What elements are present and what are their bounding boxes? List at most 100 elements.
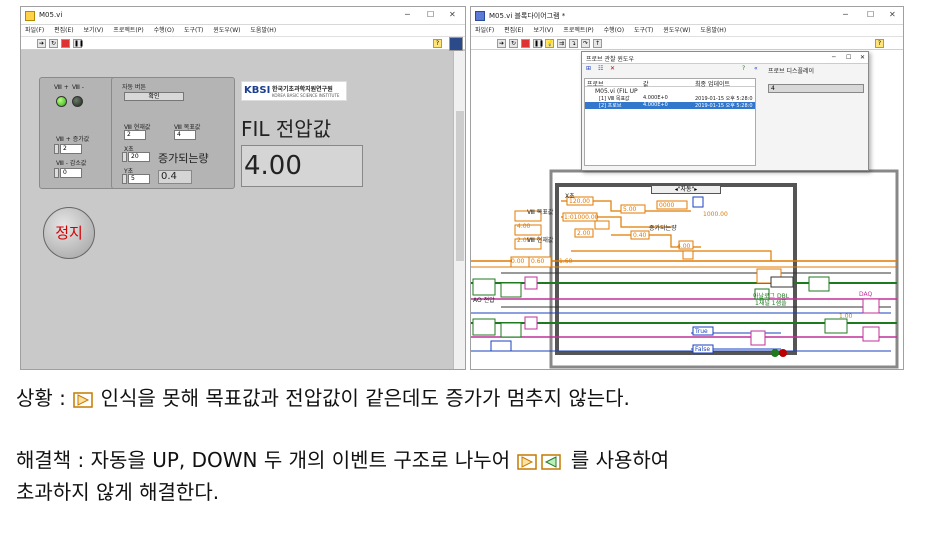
led-plus-label: Ⅷ + bbox=[54, 84, 69, 91]
probe-display-label: 프로브 디스플레이 bbox=[768, 68, 815, 75]
front-panel-area: Ⅷ + Ⅷ - Ⅷ + 증가값 2 Ⅷ - 감소값 0 자동 버튼 확인 Ⅷ 현… bbox=[21, 51, 451, 369]
menu-project[interactable]: 프로젝트(P) bbox=[113, 27, 143, 34]
close-icon[interactable]: ✕ bbox=[889, 10, 896, 19]
probe-row[interactable]: [1] Ⅷ 목표값 4.000E+0 2019-01-15 오후 5:28:0 bbox=[585, 95, 755, 102]
solution-text: 해결책 : 자동을 UP, DOWN 두 개의 이벤트 구조로 나누어 bbox=[16, 448, 511, 472]
run-continuous-icon[interactable]: ↻ bbox=[49, 39, 58, 48]
menu-help[interactable]: 도움말(H) bbox=[700, 27, 726, 34]
diagram-const-1000b: 1000.00 bbox=[703, 211, 728, 218]
probe-watch-window: 프로브 관찰 윈도우 ─ ☐ ✕ ⊞ ☷ ✕ ? « 프로브 값 최종 업데이트… bbox=[581, 51, 869, 171]
menu-edit[interactable]: 편집(E) bbox=[54, 27, 74, 34]
step-over-icon[interactable]: ↷ bbox=[581, 39, 590, 48]
minimize-icon[interactable]: ─ bbox=[843, 10, 848, 19]
menu-project[interactable]: 프로젝트(P) bbox=[563, 27, 593, 34]
help-icon[interactable]: ? bbox=[875, 39, 884, 48]
down-step-spinner[interactable] bbox=[54, 168, 59, 178]
menu-view[interactable]: 보기(V) bbox=[84, 27, 104, 34]
highlight-execution-icon[interactable]: 💡 bbox=[545, 39, 554, 48]
menu-tools[interactable]: 도구(T) bbox=[184, 27, 203, 34]
labview-vi-icon bbox=[25, 11, 35, 21]
help-icon[interactable]: ? bbox=[742, 65, 745, 72]
stop-button[interactable]: 정지 bbox=[43, 207, 95, 259]
x-seconds-spinner[interactable] bbox=[122, 152, 127, 162]
abort-icon[interactable] bbox=[521, 39, 530, 48]
diagram-const-4: 4.00 bbox=[677, 243, 691, 250]
block-title-bar[interactable]: M05.vi 블록다이어그램 * ─ ☐ ✕ bbox=[471, 7, 903, 25]
menu-operate[interactable]: 수행(O) bbox=[154, 27, 174, 34]
up-step-spinner[interactable] bbox=[54, 144, 59, 154]
block-diagram-window: M05.vi 블록다이어그램 * ─ ☐ ✕ 파일(F) 편집(E) 보기(V)… bbox=[470, 6, 904, 370]
probe-display-value: 4 bbox=[768, 84, 864, 93]
run-arrow-icon[interactable]: ➔ bbox=[497, 39, 506, 48]
menu-edit[interactable]: 편집(E) bbox=[504, 27, 524, 34]
step-out-icon[interactable]: ↑ bbox=[593, 39, 602, 48]
front-menu-bar: 파일(F) 편집(E) 보기(V) 프로젝트(P) 수행(O) 도구(T) 윈도… bbox=[21, 25, 465, 37]
probe-delete-icon[interactable]: ✕ bbox=[610, 65, 615, 72]
probe-row-selected[interactable]: [2] 프로브 4.000E+0 2019-01-15 오후 5:28:0 bbox=[585, 102, 755, 109]
up-step-label: Ⅷ + 증가값 bbox=[56, 136, 90, 143]
menu-help[interactable]: 도움말(H) bbox=[250, 27, 276, 34]
case-selector[interactable]: ◂"자동"▸ bbox=[651, 185, 721, 194]
up-step-input[interactable]: 2 bbox=[60, 144, 82, 154]
y-seconds-spinner[interactable] bbox=[122, 174, 127, 184]
step-into-icon[interactable]: ↴ bbox=[569, 39, 578, 48]
target-value-input[interactable]: 4 bbox=[174, 130, 196, 140]
block-diagram-canvas[interactable]: ◂"자동"▸ X초 120.00 1:01000.00 5.00 0000 10… bbox=[471, 51, 903, 369]
probe-row-name: [2] 프로브 bbox=[599, 103, 622, 109]
run-arrow-icon[interactable]: ➔ bbox=[37, 39, 46, 48]
current-value-input[interactable]: 2 bbox=[124, 130, 146, 140]
minimize-icon[interactable]: ─ bbox=[405, 10, 410, 19]
front-window-title: M05.vi bbox=[39, 11, 63, 19]
diagram-const-060: 0.60 bbox=[531, 258, 545, 265]
probe-col-name: 프로브 bbox=[587, 81, 604, 88]
maximize-icon[interactable]: ☐ bbox=[427, 10, 434, 19]
maximize-icon[interactable]: ☐ bbox=[867, 10, 874, 19]
led-plus-indicator bbox=[56, 96, 67, 107]
close-icon[interactable]: ✕ bbox=[449, 10, 456, 19]
probe-row-name: [1] Ⅷ 목표값 bbox=[599, 96, 630, 102]
x-seconds-input[interactable]: 20 bbox=[128, 152, 150, 162]
front-scroll-thumb[interactable] bbox=[456, 111, 464, 261]
situation-line: 상황 : 인식을 못해 목표값과 전압값이 같은데도 증가가 멈추지 않는다. bbox=[16, 382, 630, 411]
diagram-const-2: 2.00 bbox=[577, 230, 591, 237]
probe-select-icon[interactable]: ☷ bbox=[598, 65, 603, 72]
probe-add-icon[interactable]: ⊞ bbox=[586, 65, 591, 72]
help-icon[interactable]: ? bbox=[433, 39, 442, 48]
pause-icon[interactable]: ❚❚ bbox=[533, 39, 544, 48]
probe-col-value: 값 bbox=[643, 81, 649, 88]
menu-view[interactable]: 보기(V) bbox=[534, 27, 554, 34]
probe-group[interactable]: M05.vi (FIL UP bbox=[595, 88, 638, 95]
solution-line: 해결책 : 자동을 UP, DOWN 두 개의 이벤트 구조로 나누어 를 사용… bbox=[16, 444, 669, 473]
menu-window[interactable]: 윈도우(W) bbox=[663, 27, 690, 34]
close-icon[interactable]: ✕ bbox=[860, 54, 865, 61]
probe-row-time: 2019-01-15 오후 5:28:0 bbox=[695, 96, 753, 102]
down-step-input[interactable]: 0 bbox=[60, 168, 82, 178]
menu-file[interactable]: 파일(F) bbox=[475, 27, 494, 34]
vi-connector-icon bbox=[449, 37, 463, 51]
menu-tools[interactable]: 도구(T) bbox=[634, 27, 653, 34]
front-vertical-scrollbar[interactable] bbox=[453, 51, 465, 369]
maximize-icon[interactable]: ☐ bbox=[846, 54, 851, 61]
minimize-icon[interactable]: ─ bbox=[832, 54, 836, 61]
retain-wire-values-icon[interactable]: ⇉ bbox=[557, 39, 566, 48]
auto-confirm-button[interactable]: 확인 bbox=[124, 92, 184, 101]
diagram-bool-false: False bbox=[695, 346, 711, 353]
y-seconds-input[interactable]: 5 bbox=[128, 174, 150, 184]
diagram-label-increment: 증가되는량 bbox=[649, 225, 677, 232]
diagram-const-120: 120.00 bbox=[569, 198, 590, 205]
diagram-const-5: 5.00 bbox=[623, 206, 637, 213]
menu-window[interactable]: 윈도우(W) bbox=[213, 27, 240, 34]
kbsi-logo-mark: KBSI bbox=[244, 85, 271, 96]
front-panel-window: M05.vi ─ ☐ ✕ 파일(F) 편집(E) 보기(V) 프로젝트(P) 수… bbox=[20, 6, 466, 370]
event-structure-pair-icon bbox=[517, 453, 562, 470]
front-title-bar[interactable]: M05.vi ─ ☐ ✕ bbox=[21, 7, 465, 25]
abort-icon[interactable] bbox=[61, 39, 70, 48]
menu-operate[interactable]: 수행(O) bbox=[604, 27, 624, 34]
front-toolbar: ➔ ↻ ❚❚ ? bbox=[21, 37, 465, 51]
led-minus-indicator bbox=[72, 96, 83, 107]
run-continuous-icon[interactable]: ↻ bbox=[509, 39, 518, 48]
collapse-icon[interactable]: « bbox=[754, 65, 758, 72]
pause-icon[interactable]: ❚❚ bbox=[73, 39, 84, 48]
event-structure-icon bbox=[73, 391, 94, 408]
menu-file[interactable]: 파일(F) bbox=[25, 27, 44, 34]
